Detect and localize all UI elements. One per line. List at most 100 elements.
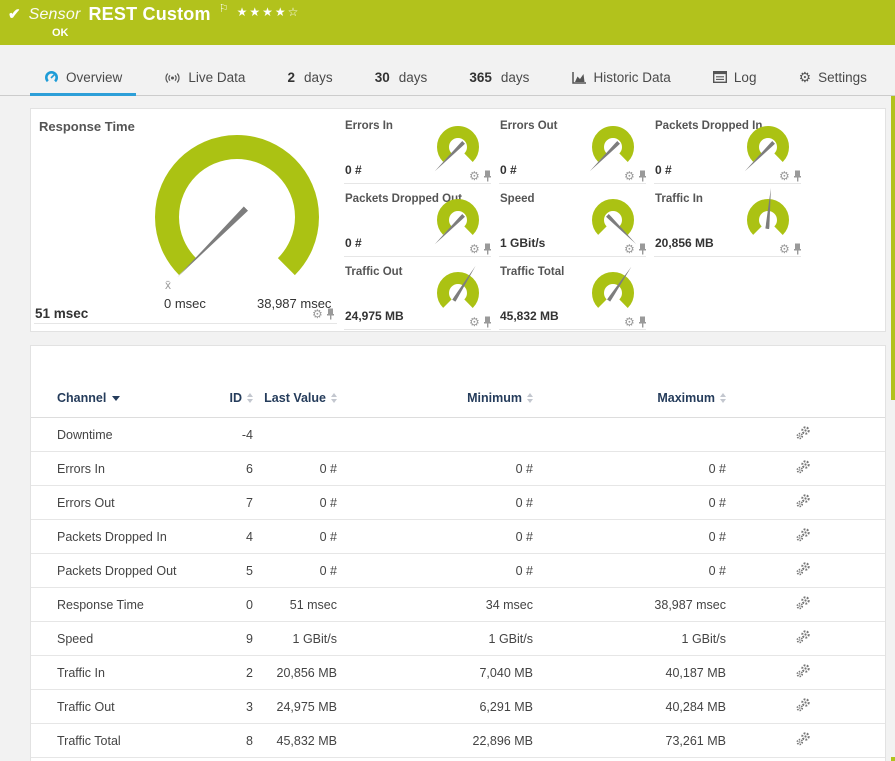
column-header-channel[interactable]: Channel xyxy=(31,346,221,418)
pin-icon[interactable] xyxy=(638,243,647,255)
status-ok-check-icon: ✔ xyxy=(8,5,21,25)
tab-settings-label: Settings xyxy=(818,70,867,85)
cell-maximum: 0 # xyxy=(543,520,736,554)
tab-log[interactable]: Log xyxy=(699,45,771,95)
gauge-cell-controls: ⚙ xyxy=(779,170,802,182)
gauge-cell-traffic-in: Traffic In 20,856 MB ⚙ xyxy=(654,189,801,257)
cell-id: 8 xyxy=(221,724,263,758)
table-row[interactable]: Traffic Out 3 24,975 MB 6,291 MB 40,284 … xyxy=(31,690,885,724)
cell-minimum: 0 # xyxy=(347,452,543,486)
table-row[interactable]: Speed 9 1 GBit/s 1 GBit/s 1 GBit/s xyxy=(31,622,885,656)
tab-2-days[interactable]: 2 days xyxy=(274,45,347,95)
gauge-cell-controls: ⚙ xyxy=(624,243,647,255)
cell-minimum: 0 # xyxy=(347,520,543,554)
tab-30-days[interactable]: 30 days xyxy=(361,45,442,95)
gauge-cell-packets-dropped-in: Packets Dropped In 0 # ⚙ xyxy=(654,116,801,184)
tab-365-days-number: 365 xyxy=(469,70,492,85)
cell-maximum: 1 GBit/s xyxy=(543,622,736,656)
column-header-id[interactable]: ID xyxy=(221,346,263,418)
tab-settings[interactable]: ⚙ Settings xyxy=(785,45,881,95)
channel-gear-icon[interactable]: ⚙ xyxy=(624,243,635,255)
cell-minimum xyxy=(347,418,543,452)
cell-minimum: 7,040 MB xyxy=(347,656,543,690)
cell-maximum: 0 # xyxy=(543,554,736,588)
gauge-label: Speed xyxy=(500,193,535,205)
edit-channel-gears-icon[interactable] xyxy=(796,630,811,647)
pin-icon[interactable] xyxy=(793,170,802,182)
gauge-cell-traffic-out: Traffic Out 24,975 MB ⚙ xyxy=(344,262,491,330)
edit-channel-gears-icon[interactable] xyxy=(796,426,811,443)
gauge-cell-packets-dropped-out: Packets Dropped Out 0 # ⚙ xyxy=(344,189,491,257)
tabs-container: Overview Live Data 2 days 30 days 365 da… xyxy=(0,45,895,95)
cell-channel: Response Time xyxy=(31,588,221,622)
table-row[interactable]: Packets Dropped Out 5 0 # 0 # 0 # xyxy=(31,554,885,588)
column-header-maximum[interactable]: Maximum xyxy=(543,346,736,418)
edit-channel-gears-icon[interactable] xyxy=(796,528,811,545)
table-row[interactable]: Traffic Total 8 45,832 MB 22,896 MB 73,2… xyxy=(31,724,885,758)
edit-channel-gears-icon[interactable] xyxy=(796,664,811,681)
pin-icon[interactable] xyxy=(638,170,647,182)
response-time-current-value: 51 msec xyxy=(35,306,88,321)
flag-icon[interactable]: ⚐ xyxy=(219,2,229,15)
sensor-title-row: ✔ Sensor REST Custom ⚐ ★★★★☆ xyxy=(8,4,300,25)
tab-30-days-number: 30 xyxy=(375,70,390,85)
tab-historic-data[interactable]: Historic Data xyxy=(558,45,685,95)
overview-gauge-icon xyxy=(44,70,59,85)
sort-icon xyxy=(331,393,337,403)
gauge-label: Traffic Total xyxy=(500,266,564,278)
cell-channel: Errors Out xyxy=(31,486,221,520)
cell-last-value xyxy=(263,418,347,452)
gauge-label: Errors In xyxy=(345,120,393,132)
edit-channel-gears-icon[interactable] xyxy=(796,732,811,749)
channel-gear-icon[interactable]: ⚙ xyxy=(779,243,790,255)
channel-gear-icon[interactable]: ⚙ xyxy=(624,170,635,182)
priority-stars[interactable]: ★★★★☆ xyxy=(237,5,301,19)
gauge-cell-controls: ⚙ xyxy=(624,316,647,328)
cell-channel: Packets Dropped Out xyxy=(31,554,221,588)
table-row[interactable]: Packets Dropped In 4 0 # 0 # 0 # xyxy=(31,520,885,554)
pin-icon[interactable] xyxy=(793,243,802,255)
column-header-last-value[interactable]: Last Value xyxy=(263,346,347,418)
edit-channel-gears-icon[interactable] xyxy=(796,494,811,511)
response-time-cell-controls: ⚙ xyxy=(312,308,335,320)
cell-id: 2 xyxy=(221,656,263,690)
table-row[interactable]: Errors Out 7 0 # 0 # 0 # xyxy=(31,486,885,520)
gauge-mean-marker: x̄ xyxy=(165,278,171,292)
channel-gear-icon[interactable]: ⚙ xyxy=(469,316,480,328)
pin-icon[interactable] xyxy=(483,316,492,328)
gauge-cell-controls: ⚙ xyxy=(469,170,492,182)
channel-gear-icon[interactable]: ⚙ xyxy=(624,316,635,328)
channel-gear-icon[interactable]: ⚙ xyxy=(312,308,323,320)
sensor-name: REST Custom xyxy=(88,4,210,25)
pin-icon[interactable] xyxy=(638,316,647,328)
edit-channel-gears-icon[interactable] xyxy=(796,460,811,477)
channel-gear-icon[interactable]: ⚙ xyxy=(469,243,480,255)
cell-minimum: 0 # xyxy=(347,554,543,588)
cell-minimum: 0 # xyxy=(347,486,543,520)
gauges-panel: Response Time x̄ 0 msec 38,987 msec 51 m… xyxy=(30,108,886,332)
gauge-cell-traffic-total: Traffic Total 45,832 MB ⚙ xyxy=(499,262,646,330)
pin-icon[interactable] xyxy=(483,170,492,182)
cell-last-value: 51 msec xyxy=(263,588,347,622)
channel-gear-icon[interactable]: ⚙ xyxy=(469,170,480,182)
sort-icon xyxy=(247,393,253,403)
cell-channel: Traffic Out xyxy=(31,690,221,724)
gauge-min-label: 0 msec xyxy=(164,296,206,311)
historic-data-chart-icon xyxy=(572,71,587,84)
tab-365-days[interactable]: 365 days xyxy=(455,45,543,95)
cell-minimum: 34 msec xyxy=(347,588,543,622)
column-header-minimum[interactable]: Minimum xyxy=(347,346,543,418)
table-row[interactable]: Errors In 6 0 # 0 # 0 # xyxy=(31,452,885,486)
tab-overview[interactable]: Overview xyxy=(30,45,136,95)
gauge-value: 0 # xyxy=(345,236,362,250)
pin-icon[interactable] xyxy=(326,308,335,320)
edit-channel-gears-icon[interactable] xyxy=(796,596,811,613)
channel-gear-icon[interactable]: ⚙ xyxy=(779,170,790,182)
edit-channel-gears-icon[interactable] xyxy=(796,698,811,715)
tab-live-data[interactable]: Live Data xyxy=(150,45,259,95)
table-row[interactable]: Response Time 0 51 msec 34 msec 38,987 m… xyxy=(31,588,885,622)
pin-icon[interactable] xyxy=(483,243,492,255)
table-row[interactable]: Downtime -4 xyxy=(31,418,885,452)
table-row[interactable]: Traffic In 2 20,856 MB 7,040 MB 40,187 M… xyxy=(31,656,885,690)
edit-channel-gears-icon[interactable] xyxy=(796,562,811,579)
